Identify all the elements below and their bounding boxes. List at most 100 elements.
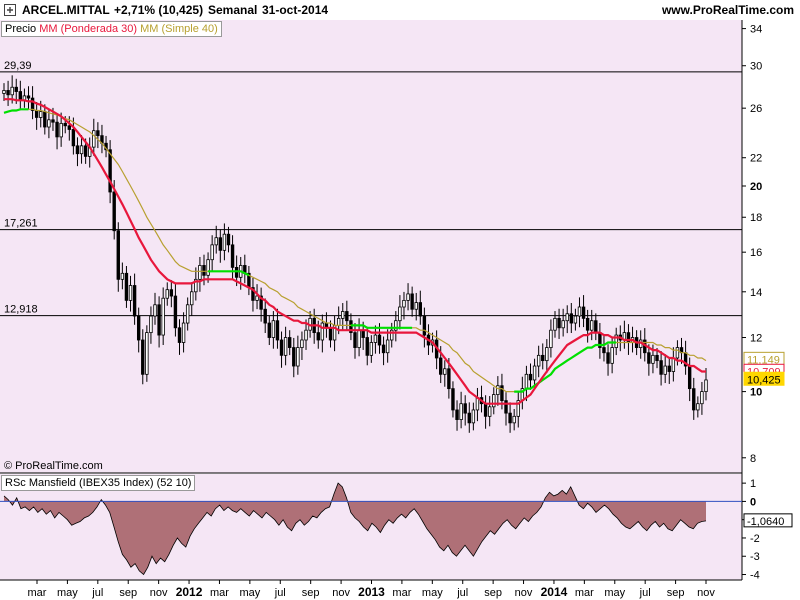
x-tick-label: mar xyxy=(28,587,47,599)
candle-body xyxy=(667,365,671,372)
candle-body xyxy=(345,311,349,322)
candle-body xyxy=(675,347,680,359)
x-tick-label: jul xyxy=(274,587,286,599)
candle-body xyxy=(55,121,59,138)
candle-body xyxy=(492,394,496,408)
candle-body xyxy=(447,368,451,390)
candle-body xyxy=(206,259,210,276)
candle-body xyxy=(687,365,692,390)
reference-line-label: 17,261 xyxy=(4,218,38,230)
ma40-legend-label: MM (Simple 40) xyxy=(140,23,218,35)
candle-body xyxy=(128,285,133,301)
candle-body xyxy=(439,357,443,375)
rsc-tick-label: -2 xyxy=(750,533,760,545)
y-tick-label: 20 xyxy=(750,181,762,193)
candle-body xyxy=(63,122,67,127)
chart-canvas: 29,39 17,261 12,918 8 10 12 14 16 18 20 22 26 30 34 1 1… xyxy=(0,20,800,600)
candle-body xyxy=(504,400,508,414)
candle-body xyxy=(463,403,467,414)
candle-body xyxy=(218,237,223,251)
candle-body xyxy=(263,308,267,324)
candle-body xyxy=(226,233,231,246)
candle-body xyxy=(304,329,308,341)
candle-body xyxy=(149,315,153,334)
candle-body xyxy=(410,293,414,310)
candle-body xyxy=(487,406,492,417)
candle-body xyxy=(71,129,76,147)
candle-body xyxy=(585,317,590,331)
candle-body xyxy=(222,233,227,251)
ma30-legend-label: MM (Ponderada 30) xyxy=(39,23,138,35)
candle-body xyxy=(512,415,516,424)
x-tick-label: mar xyxy=(575,587,594,599)
candle-body xyxy=(116,230,120,280)
candle-body xyxy=(459,403,463,420)
candle-body xyxy=(557,317,561,329)
candle-body xyxy=(602,347,606,354)
expand-icon[interactable] xyxy=(4,4,16,16)
candle-body xyxy=(136,315,141,341)
candle-body xyxy=(365,337,369,356)
candle-body xyxy=(659,360,663,375)
candle-body xyxy=(373,334,378,343)
candle-body xyxy=(255,295,259,301)
x-tick-label: jul xyxy=(639,587,651,599)
candle-body xyxy=(704,379,708,392)
candle-body xyxy=(594,320,598,334)
candle-body xyxy=(43,111,47,128)
candle-body xyxy=(398,306,402,322)
candle-body xyxy=(483,403,488,417)
rsc-tag-label: -1,0640 xyxy=(747,516,784,528)
candle-body xyxy=(214,237,218,246)
candle-body xyxy=(692,388,696,411)
candle-body xyxy=(647,352,651,364)
candle-body xyxy=(79,145,84,155)
candle-body xyxy=(161,297,165,336)
candle-body xyxy=(18,91,23,101)
candle-body xyxy=(283,337,288,356)
candle-body xyxy=(406,293,410,301)
candle-body xyxy=(528,373,533,381)
rsc-tick-label: 1 xyxy=(750,478,756,490)
candle-body xyxy=(83,145,88,157)
candle-body xyxy=(369,342,374,356)
y-tick-label: 8 xyxy=(750,453,756,465)
candle-body xyxy=(141,339,145,375)
y-tick-label: 18 xyxy=(750,212,762,224)
candle-body xyxy=(14,86,18,92)
candle-body xyxy=(590,320,594,331)
candle-body xyxy=(606,352,610,364)
candle-body xyxy=(541,354,545,362)
candle-body xyxy=(316,332,320,341)
candle-body xyxy=(6,90,10,96)
x-tick-label: 2014 xyxy=(541,585,568,599)
x-tick-label: nov xyxy=(332,587,350,599)
instrument-name: ARCEL.MITTAL xyxy=(22,3,110,17)
rsc-tick-label: 0 xyxy=(750,496,756,508)
candle-body xyxy=(455,409,459,420)
candle-body xyxy=(443,368,447,375)
candle-body xyxy=(696,403,700,411)
candle-body xyxy=(377,334,382,346)
candle-body xyxy=(153,304,157,317)
candle-body xyxy=(296,347,300,367)
rsc-tick-label: -3 xyxy=(750,551,760,563)
candle-body xyxy=(47,119,51,128)
site-link[interactable]: www.ProRealTime.com xyxy=(662,3,794,17)
candle-body xyxy=(177,327,182,343)
candle-body xyxy=(173,295,178,329)
candle-body xyxy=(610,347,614,364)
candle-body xyxy=(2,90,6,94)
x-tick-label: sep xyxy=(484,587,502,599)
y-tick-label: 26 xyxy=(750,103,762,115)
candle-body xyxy=(422,315,427,336)
candle-body xyxy=(532,365,537,381)
y-tick-label: 10 xyxy=(750,387,762,399)
x-tick-label: mar xyxy=(392,587,411,599)
rsc-legend: RSc Mansfield (IBEX35 Index) (52 10) xyxy=(1,475,196,491)
candle-body xyxy=(569,313,574,324)
x-tick-label: may xyxy=(239,587,260,599)
x-tick-label: sep xyxy=(119,587,137,599)
y-tick-label: 12 xyxy=(750,333,762,345)
candle-body xyxy=(292,347,296,367)
